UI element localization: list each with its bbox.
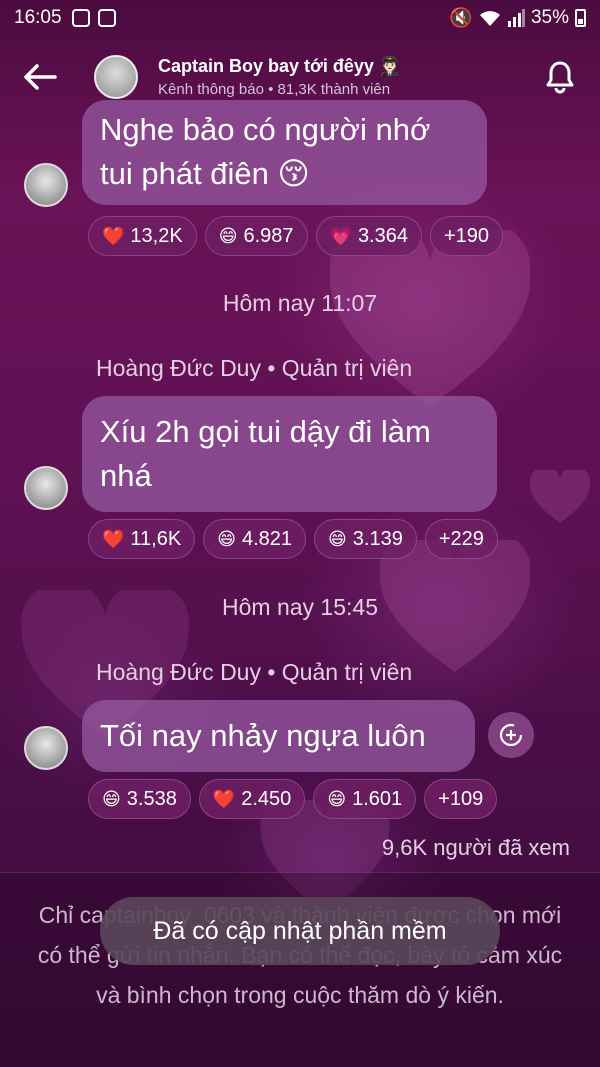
message-bubble[interactable]: Nghe bảo có người nhớ tui phát điên 😚	[82, 100, 487, 205]
more-reactions-chip[interactable]: +190	[430, 216, 504, 256]
add-reaction-button[interactable]	[488, 712, 534, 758]
reaction-count: 3.139	[352, 527, 403, 550]
message-bubble[interactable]: Tối nay nhảy ngựa luôn	[82, 700, 475, 772]
reaction-count: 13,2K	[130, 224, 183, 247]
add-emoji-icon	[499, 723, 523, 747]
message-text: Xíu 2h gọi tui dậy đi làm nhá	[100, 414, 431, 493]
background-heart-decoration	[330, 230, 530, 406]
battery-percent: 35%	[530, 7, 569, 28]
heart-emoji-icon: ❤️	[102, 225, 125, 246]
laugh-emoji-icon: 😄	[328, 528, 347, 549]
wifi-icon	[479, 11, 500, 26]
toast-notification: Đã có cập nhật phần mềm	[100, 897, 500, 965]
pink-heart-emoji-icon: 💗	[329, 225, 352, 246]
reaction-chip[interactable]: 😄 6.987	[204, 216, 308, 256]
date-separator: Hôm nay 15:45	[222, 594, 378, 620]
reaction-count: 11,6K	[130, 527, 182, 550]
heart-emoji-icon: ❤️	[212, 788, 236, 809]
sender-name: Hoàng Đức Duy • Quản trị viên	[96, 659, 413, 685]
channel-subtitle: Kênh thông báo • 81,3K thành viên	[158, 81, 391, 98]
sender-avatar[interactable]	[24, 163, 68, 207]
reaction-count: +190	[444, 224, 490, 247]
heart-emoji-icon: ❤️	[102, 528, 125, 549]
more-reactions-chip[interactable]: +229	[424, 519, 498, 559]
channel-avatar[interactable]	[94, 55, 138, 99]
reaction-chip[interactable]: 💗 3.364	[315, 216, 422, 256]
reaction-count: 1.601	[352, 787, 403, 810]
date-separator: Hôm nay 11:07	[222, 290, 378, 316]
reaction-chip[interactable]: 😄 3.538	[88, 779, 191, 819]
reaction-count: +109	[438, 787, 484, 810]
reaction-bar: ❤️ 11,6K 😄 4.821 😄 3.139 +229	[88, 519, 498, 559]
reaction-chip[interactable]: ❤️ 2.450	[198, 779, 306, 819]
back-button[interactable]	[0, 42, 80, 112]
reaction-chip[interactable]: ❤️ 11,6K	[88, 519, 196, 559]
check-notification-icon	[97, 9, 116, 27]
view-count: 9,6K người đã xem	[381, 835, 570, 860]
reaction-bar: 😄 3.538 ❤️ 2.450 😄 1.601 +109	[88, 779, 498, 819]
reaction-count: 3.364	[357, 224, 408, 247]
instagram-notification-icon	[71, 9, 90, 27]
notification-bell-button[interactable]	[520, 42, 600, 112]
laugh-emoji-icon: 😄	[218, 225, 238, 246]
sender-avatar[interactable]	[24, 726, 68, 770]
reaction-bar: ❤️ 13,2K 😄 6.987 💗 3.364 +190	[88, 216, 504, 256]
message-text: Nghe bảo có người nhớ tui phát điên 😚	[100, 112, 431, 191]
reaction-count: 2.450	[241, 787, 292, 810]
laugh-emoji-icon: 😄	[102, 788, 121, 809]
reaction-chip[interactable]: 😄 4.821	[203, 519, 307, 559]
sender-name: Hoàng Đức Duy • Quản trị viên	[96, 355, 413, 381]
laugh-emoji-icon: 😄	[217, 528, 236, 549]
message-bubble[interactable]: Xíu 2h gọi tui dậy đi làm nhá	[82, 396, 497, 512]
message-text: Tối nay nhảy ngựa luôn	[100, 718, 426, 753]
battery-icon	[575, 9, 586, 27]
reaction-chip[interactable]: 😄 1.601	[313, 779, 417, 819]
status-right: 🔇 35%	[449, 6, 586, 30]
reaction-count: 3.538	[126, 787, 177, 810]
status-bar: 16:05 🔇 35%	[0, 0, 600, 36]
background-heart-decoration	[530, 470, 590, 523]
more-reactions-chip[interactable]: +109	[424, 779, 498, 819]
bell-icon	[546, 61, 574, 94]
channel-info[interactable]: Captain Boy bay tới đêyy 🧑🏻‍✈️ Kênh thôn…	[158, 56, 520, 98]
laugh-emoji-icon: 😄	[327, 788, 347, 809]
reaction-count: +229	[438, 527, 484, 550]
reaction-chip[interactable]: 😄 3.139	[314, 519, 417, 559]
reaction-chip[interactable]: ❤️ 13,2K	[88, 216, 197, 256]
reaction-count: 6.987	[243, 224, 294, 247]
mute-icon: 🔇	[449, 8, 473, 29]
status-time: 16:05	[14, 7, 62, 28]
reaction-count: 4.821	[241, 527, 293, 550]
sender-avatar[interactable]	[24, 466, 68, 510]
signal-icon	[507, 9, 525, 27]
channel-title: Captain Boy bay tới đêyy 🧑🏻‍✈️	[158, 56, 402, 76]
arrow-left-icon	[24, 64, 57, 90]
